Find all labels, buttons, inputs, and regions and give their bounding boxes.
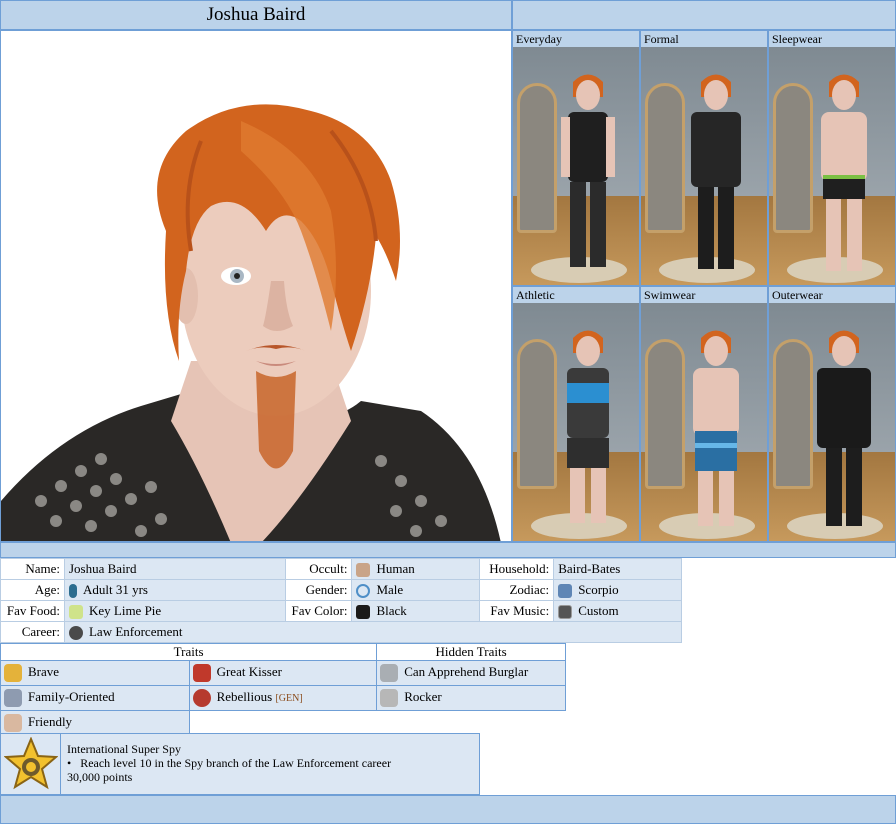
wish-requirement: • Reach level 10 in the Spy branch of th… xyxy=(67,756,391,770)
police-badge-icon xyxy=(68,626,83,640)
bullet: • xyxy=(67,756,72,770)
outfit-scene xyxy=(513,303,639,541)
empty-trait-space xyxy=(188,710,566,736)
fav-color-label: Fav Color: xyxy=(285,600,353,622)
scorpio-icon xyxy=(558,584,573,598)
sim-figure-icon xyxy=(561,74,615,267)
hidden-trait-apprehend-burglar: Can Apprehend Burglar xyxy=(376,660,566,686)
household-value: Baird-Bates xyxy=(553,558,682,580)
sim-name-header: Joshua Baird xyxy=(0,0,512,30)
outfit-outerwear: Outerwear xyxy=(768,286,896,542)
traits-table: Traits Hidden Traits Brave Great Kisser … xyxy=(0,643,566,736)
header-right-bar xyxy=(512,0,896,30)
age-label: Age: xyxy=(0,579,65,601)
gender-value: Male xyxy=(351,579,481,601)
occult-value: Human xyxy=(351,558,481,580)
fav-food-label: Fav Food: xyxy=(0,600,65,622)
hidden-traits-header: Hidden Traits xyxy=(376,643,566,661)
outfit-label: Athletic xyxy=(513,287,639,303)
outfit-scene xyxy=(641,303,767,541)
sim-figure-icon xyxy=(817,330,871,526)
sim-portrait xyxy=(0,30,512,542)
gen-tag: [GEN] xyxy=(275,692,303,704)
outfit-everyday: Everyday xyxy=(512,30,640,286)
fav-music-label: Fav Music: xyxy=(479,600,555,622)
outfit-label: Formal xyxy=(641,31,767,47)
outfit-formal: Formal xyxy=(640,30,768,286)
outfit-label: Everyday xyxy=(513,31,639,47)
sim-figure-icon xyxy=(821,74,867,271)
trait-friendly: Friendly xyxy=(0,710,190,736)
sim-figure-icon xyxy=(567,330,609,523)
trait-brave: Brave xyxy=(0,660,190,686)
outfit-scene xyxy=(769,303,895,541)
human-icon xyxy=(356,563,371,577)
music-keyboard-icon xyxy=(558,605,573,619)
section-divider-bar xyxy=(0,542,896,558)
age-value: Adult 31 yrs xyxy=(63,579,287,601)
name-value: Joshua Baird xyxy=(63,558,287,580)
outfit-label: Outerwear xyxy=(769,287,895,303)
trait-family-oriented: Family-Oriented xyxy=(0,685,190,711)
name-label: Name: xyxy=(0,558,65,580)
household-label: Household: xyxy=(479,558,555,580)
sim-name-title: Joshua Baird xyxy=(206,4,306,25)
male-symbol-icon xyxy=(356,584,371,598)
family-icon xyxy=(4,689,22,707)
hidden-trait-rocker: Rocker xyxy=(376,685,566,711)
medal-icon xyxy=(4,664,22,682)
career-label: Career: xyxy=(0,621,65,643)
trait-rebellious: Rebellious [GEN] xyxy=(188,685,378,711)
career-value: Law Enforcement xyxy=(63,621,683,643)
trait-great-kisser: Great Kisser xyxy=(188,660,378,686)
handshake-icon xyxy=(4,714,22,732)
outfit-scene xyxy=(641,47,767,285)
zodiac-value: Scorpio xyxy=(553,579,682,601)
footer-bar xyxy=(0,795,896,824)
sim-figure-icon xyxy=(691,74,741,269)
traits-header: Traits xyxy=(0,643,378,661)
rebel-icon xyxy=(192,689,211,707)
guitar-icon xyxy=(380,689,399,707)
lips-icon xyxy=(192,664,211,682)
fav-food-value: Key Lime Pie xyxy=(63,600,287,622)
portrait-illustration xyxy=(1,104,501,541)
zodiac-label: Zodiac: xyxy=(479,579,555,601)
fav-color-value: Black xyxy=(351,600,481,622)
gold-star-badge-icon xyxy=(3,737,58,790)
sim-info-table: Name: Joshua Baird Occult: Human Househo… xyxy=(0,558,683,643)
wish-icon-container xyxy=(1,734,61,794)
fav-music-value: Custom xyxy=(553,600,682,622)
color-swatch-icon xyxy=(356,605,371,619)
lifetime-wish-panel: International Super Spy • Reach level 10… xyxy=(0,733,480,795)
wish-points: 30,000 points xyxy=(67,770,133,784)
adult-figure-icon xyxy=(68,584,77,598)
gender-label: Gender: xyxy=(285,579,353,601)
outfit-athletic: Athletic xyxy=(512,286,640,542)
wish-text-block: International Super Spy • Reach level 10… xyxy=(61,734,397,794)
outfit-sleepwear: Sleepwear xyxy=(768,30,896,286)
outfit-label: Swimwear xyxy=(641,287,767,303)
pie-icon xyxy=(68,605,83,619)
outfit-scene xyxy=(769,47,895,285)
outfit-scene xyxy=(513,47,639,285)
wish-title: International Super Spy xyxy=(67,742,181,756)
sim-figure-icon xyxy=(693,330,739,526)
outfit-swimwear: Swimwear xyxy=(640,286,768,542)
wish-description: Reach level 10 in the Spy branch of the … xyxy=(80,756,392,770)
outfit-label: Sleepwear xyxy=(769,31,895,47)
handcuffs-icon xyxy=(380,664,399,682)
occult-label: Occult: xyxy=(285,558,353,580)
